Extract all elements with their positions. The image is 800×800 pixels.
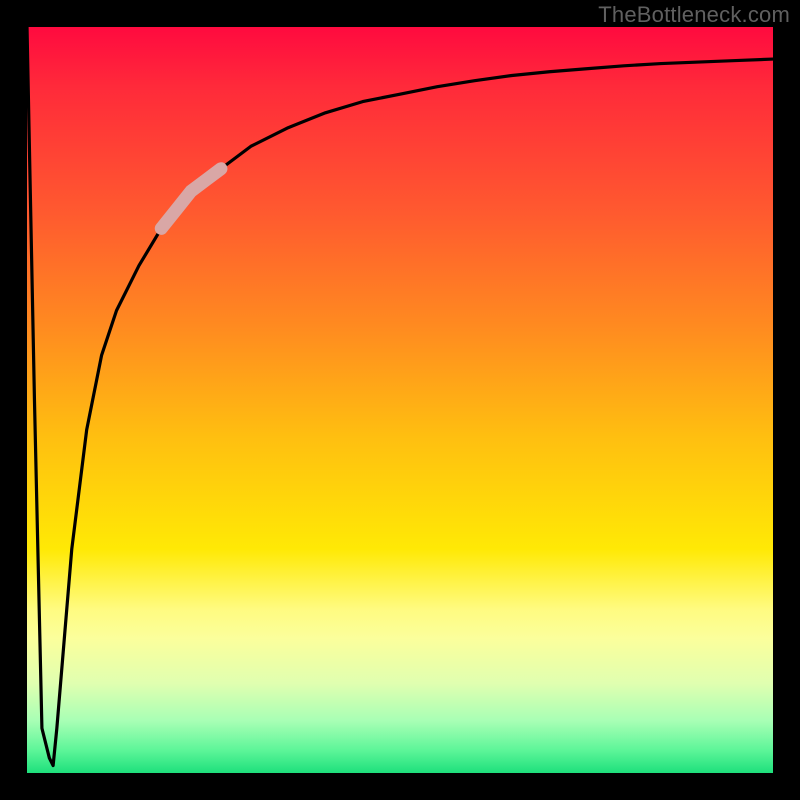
highlight-segment (161, 169, 221, 229)
bottleneck-curve (27, 27, 773, 766)
plot-area (27, 27, 773, 773)
chart-frame: TheBottleneck.com (0, 0, 800, 800)
watermark-text: TheBottleneck.com (598, 2, 790, 28)
curve-svg (27, 27, 773, 773)
